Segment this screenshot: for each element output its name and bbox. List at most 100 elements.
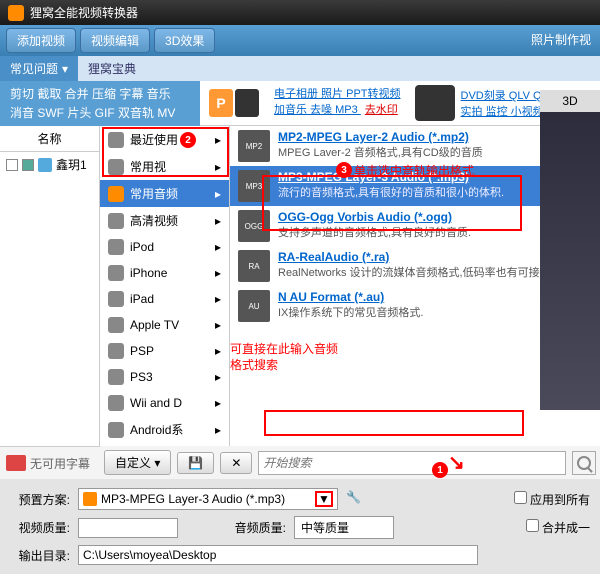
category-item-psp[interactable]: PSP▸ xyxy=(100,338,229,364)
category-item-atv[interactable]: Apple TV▸ xyxy=(100,312,229,338)
category-label: Android系 xyxy=(130,421,183,438)
file-list-item[interactable]: 鑫玥1 xyxy=(0,152,99,177)
file-name: 鑫玥1 xyxy=(56,156,87,173)
annotation-text-search: 可直接在此输入音频格式搜索 xyxy=(230,342,340,373)
category-item-music[interactable]: 常用音频▸ xyxy=(100,180,229,207)
merge-label: 合并成一 xyxy=(542,521,590,535)
music-icon xyxy=(83,492,97,506)
main-area: 名称 鑫玥1 最近使用▸常用视▸常用音频▸高清视频▸iPod▸iPhone▸iP… xyxy=(0,126,600,446)
output-dir-label: 输出目录: xyxy=(10,547,70,564)
category-list: 最近使用▸常用视▸常用音频▸高清视频▸iPod▸iPhone▸iPad▸Appl… xyxy=(100,126,230,446)
preset-dropdown-button[interactable]: ▼ xyxy=(315,491,333,507)
video-quality-label: 视频质量: xyxy=(10,519,70,536)
category-label: Wii and D xyxy=(130,396,182,410)
settings-button[interactable]: 🔧 xyxy=(346,490,364,508)
category-label: iPod xyxy=(130,240,154,254)
category-item-ipad[interactable]: iPad▸ xyxy=(100,286,229,312)
apply-all-checkbox[interactable] xyxy=(514,491,527,504)
format-icon: MP2 xyxy=(238,130,270,162)
video-edit-button[interactable]: 视频编辑 xyxy=(80,28,150,53)
audio-quality-combo[interactable]: 中等质量 xyxy=(294,516,394,539)
preset-value: MP3-MPEG Layer-3 Audio (*.mp3) xyxy=(101,492,285,506)
apply-all-label: 应用到所有 xyxy=(530,493,590,507)
category-label: 常用音频 xyxy=(130,185,178,202)
format-icon: MP3 xyxy=(238,170,270,202)
category-item-hd[interactable]: 高清视频▸ xyxy=(100,207,229,234)
category-item-iphone[interactable]: iPhone▸ xyxy=(100,260,229,286)
delete-preset-button[interactable]: ✕ xyxy=(220,452,252,474)
search-icon xyxy=(577,456,591,470)
custom-row: 自定义 ▾ 💾 ✕ xyxy=(100,446,600,479)
promo2-icon xyxy=(415,85,455,121)
toolbar: 添加视频 视频编辑 3D效果 照片制作视 xyxy=(0,25,600,56)
star-icon xyxy=(108,159,124,175)
category-label: 常用视 xyxy=(130,158,166,175)
annotation-badge-1: 1 xyxy=(432,462,448,478)
photo-make-link[interactable]: 照片制作视 xyxy=(528,28,594,53)
hd-icon xyxy=(108,213,124,229)
promo1-line2a[interactable]: 加音乐 去噪 MP3 xyxy=(274,104,361,116)
iphone-icon xyxy=(108,265,124,281)
tag-row-2[interactable]: 消音 SWF 片头 GIF 双音轨 MV xyxy=(10,104,190,121)
category-label: Apple TV xyxy=(130,318,179,332)
tag-row-1[interactable]: 剪切 截取 合并 压缩 字幕 音乐 xyxy=(10,85,190,102)
video-quality-combo[interactable] xyxy=(78,518,178,538)
clock-icon xyxy=(108,132,124,148)
category-label: iPhone xyxy=(130,266,167,280)
promo1-line1[interactable]: 电子相册 照片 PPT转视频 xyxy=(274,88,401,100)
promo1-text: 电子相册 照片 PPT转视频 加音乐 去噪 MP3 去水印 xyxy=(274,85,405,121)
output-dir-value: C:\Users\moyea\Desktop xyxy=(83,548,216,562)
category-item-wii[interactable]: Wii and D▸ xyxy=(100,390,229,416)
search-button[interactable] xyxy=(572,451,596,475)
preset-combo[interactable]: MP3-MPEG Layer-3 Audio (*.mp3) ▼ xyxy=(78,488,338,510)
category-item-star[interactable]: 常用视▸ xyxy=(100,153,229,180)
promo1-icon: P xyxy=(204,85,264,121)
psp-icon xyxy=(108,343,124,359)
preview-tab-3d[interactable]: 3D xyxy=(540,90,600,112)
annotation-badge-3: 3 xyxy=(336,162,352,178)
promo1-watermark[interactable]: 去水印 xyxy=(365,104,398,116)
format-icon: AU xyxy=(238,290,270,322)
category-label: PS3 xyxy=(130,370,153,384)
preset-label: 预置方案: xyxy=(10,491,70,508)
preview-panel: 3D xyxy=(540,90,600,410)
app-title: 狸窝全能视频转换器 xyxy=(30,4,138,21)
ipad-icon xyxy=(108,291,124,307)
category-label: 高清视频 xyxy=(130,212,178,229)
annotation-badge-2: 2 xyxy=(180,132,196,148)
3d-effect-button[interactable]: 3D效果 xyxy=(154,28,215,53)
category-item-clock[interactable]: 最近使用▸ xyxy=(100,126,229,153)
checkbox-icon[interactable] xyxy=(6,159,18,171)
ps3-icon xyxy=(108,369,124,385)
ipod-icon xyxy=(108,239,124,255)
no-subtitle-panel: 无可用字幕 xyxy=(0,446,100,479)
file-list-panel: 名称 鑫玥1 xyxy=(0,126,100,446)
faq-subtitle: 狸窝宝典 xyxy=(78,56,600,81)
wii-icon xyxy=(108,395,124,411)
category-item-ipod[interactable]: iPod▸ xyxy=(100,234,229,260)
chevron-down-icon: ▾ xyxy=(62,62,68,76)
category-item-android[interactable]: Android系▸ xyxy=(100,416,229,443)
output-dir-combo[interactable]: C:\Users\moyea\Desktop xyxy=(78,545,478,565)
file-list-header: 名称 xyxy=(0,126,99,152)
merge-checkbox[interactable] xyxy=(526,519,539,532)
format-icon: RA xyxy=(238,250,270,282)
category-label: PSP xyxy=(130,344,154,358)
add-video-button[interactable]: 添加视频 xyxy=(6,28,76,53)
checkbox-checked-icon[interactable] xyxy=(22,159,34,171)
category-item-ps3[interactable]: PS3▸ xyxy=(100,364,229,390)
faq-tab[interactable]: 常见问题▾ xyxy=(0,56,78,81)
title-bar: 狸窝全能视频转换器 xyxy=(0,0,600,25)
bottom-panel: 预置方案: MP3-MPEG Layer-3 Audio (*.mp3) ▼ 🔧… xyxy=(0,479,600,574)
category-label: iPad xyxy=(130,292,154,306)
music-icon xyxy=(108,186,124,202)
atv-icon xyxy=(108,317,124,333)
audio-quality-label: 音频质量: xyxy=(226,519,286,536)
search-input[interactable] xyxy=(258,451,566,475)
save-preset-button[interactable]: 💾 xyxy=(177,452,214,474)
category-label: 最近使用 xyxy=(130,131,178,148)
tag-panel: 剪切 截取 合并 压缩 字幕 音乐 消音 SWF 片头 GIF 双音轨 MV xyxy=(0,81,200,126)
subtitle-icon xyxy=(6,455,26,471)
annotation-arrow-icon: ↘ xyxy=(448,450,465,475)
custom-button[interactable]: 自定义 ▾ xyxy=(104,450,171,475)
